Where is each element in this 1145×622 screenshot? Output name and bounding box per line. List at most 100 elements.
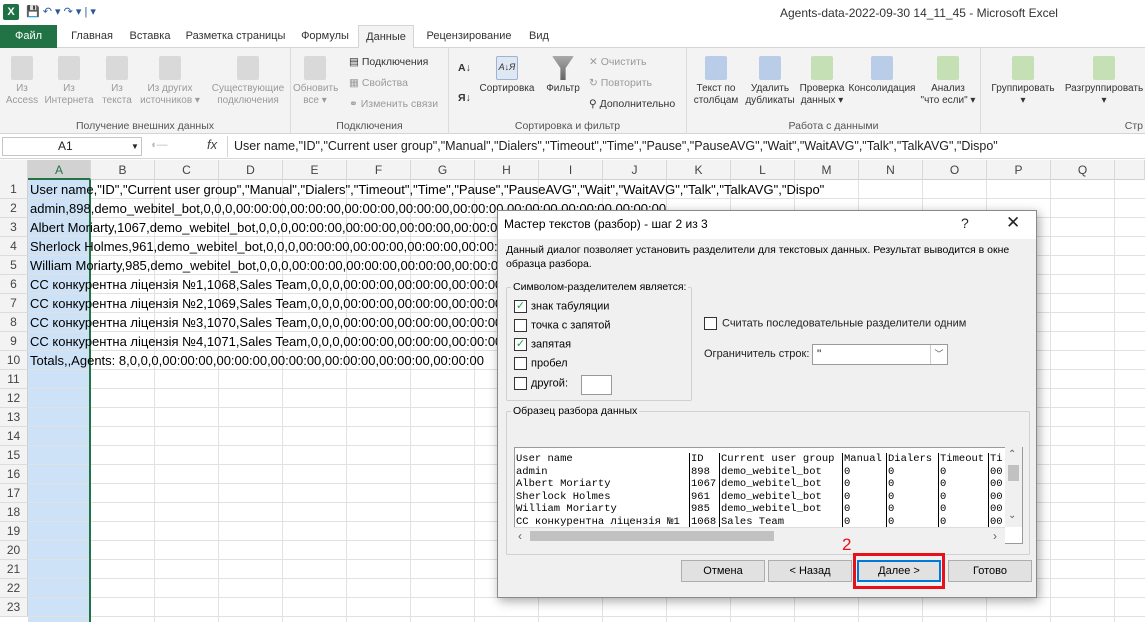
cell-a3[interactable]: Albert Moriarty,1067,demo_webitel_bot,0,… (30, 218, 559, 237)
cell-a9[interactable]: CC конкурентна ліцензія №4,1071,Sales Te… (30, 332, 502, 351)
clear-filter-button[interactable]: ✕ Очистить (589, 56, 646, 68)
scroll-thumb[interactable] (530, 531, 774, 541)
preview-horizontal-scrollbar[interactable]: ‹ › (514, 527, 1005, 544)
scroll-left-icon[interactable]: ‹ (518, 529, 522, 543)
column-header[interactable]: F (347, 160, 411, 180)
row-header[interactable]: 4 (0, 237, 28, 256)
sort-az-icon[interactable]: A↓ (458, 62, 471, 74)
row-header[interactable]: 17 (0, 484, 28, 503)
cell-a6[interactable]: CC конкурентна ліцензія №1,1068,Sales Te… (30, 275, 502, 294)
column-header[interactable]: B (91, 160, 155, 180)
cell-a5[interactable]: William Moriarty,985,demo_webitel_bot,0,… (30, 256, 560, 275)
cell-a10[interactable]: Totals,,Agents: 8,0,0,0,00:00:00,00:00:0… (30, 351, 484, 370)
existing-connections-button[interactable]: Существующие подключения (207, 56, 289, 107)
row-header[interactable]: 21 (0, 560, 28, 579)
preview-column[interactable]: Timeout 0 0 0 0 0 (939, 453, 989, 533)
cell-a1[interactable]: User name,"ID","Current user group","Man… (30, 180, 824, 199)
from-text-button[interactable]: Из текста (98, 56, 136, 107)
delimiter-comma-checkbox[interactable]: ✓ запятая (514, 338, 571, 354)
tab-formulas[interactable]: Формулы (296, 25, 354, 48)
row-header[interactable]: 7 (0, 294, 28, 313)
column-header[interactable] (1115, 160, 1145, 180)
sort-button[interactable]: А↓Я Сортировка (477, 56, 537, 95)
edit-links-button[interactable]: ⚭ Изменить связи (349, 98, 438, 110)
text-qualifier-select[interactable]: " ﹀ (812, 344, 948, 365)
close-icon[interactable]: ✕ (1006, 213, 1020, 233)
from-access-button[interactable]: Из Access (3, 56, 41, 107)
tab-home[interactable]: Главная (62, 25, 122, 48)
insert-function-icon[interactable]: fx (207, 137, 217, 152)
tab-file[interactable]: Файл (0, 25, 57, 48)
column-header[interactable]: P (987, 160, 1051, 180)
select-all-corner[interactable] (0, 160, 28, 180)
row-header[interactable]: 22 (0, 579, 28, 598)
column-header[interactable]: A (28, 160, 91, 180)
row-header[interactable]: 18 (0, 503, 28, 522)
group-button[interactable]: Группировать ▾ (985, 56, 1061, 107)
column-header[interactable]: K (667, 160, 731, 180)
column-header[interactable]: C (155, 160, 219, 180)
from-web-button[interactable]: Из Интернета (43, 56, 95, 107)
column-header[interactable]: J (603, 160, 667, 180)
properties-button[interactable]: ▦ Свойства (349, 77, 408, 89)
finish-button[interactable]: Готово (948, 560, 1032, 582)
from-other-sources-button[interactable]: Из других источников ▾ (137, 56, 203, 107)
remove-duplicates-button[interactable]: Удалить дубликаты (744, 56, 796, 107)
row-header[interactable]: 11 (0, 370, 28, 389)
preview-column[interactable]: Manual 0 0 0 0 0 (843, 453, 887, 533)
row-header[interactable]: 5 (0, 256, 28, 275)
row-header[interactable]: 10 (0, 351, 28, 370)
column-header[interactable]: E (283, 160, 347, 180)
delimiter-space-checkbox[interactable]: пробел (514, 357, 568, 373)
back-button[interactable]: < Назад (768, 560, 852, 582)
text-to-columns-button[interactable]: Текст по столбцам (690, 56, 742, 107)
tab-page-layout[interactable]: Разметка страницы (183, 25, 288, 48)
consolidate-button[interactable]: Консолидация (845, 56, 919, 95)
advanced-filter-button[interactable]: ⚲ Дополнительно (589, 98, 675, 110)
scroll-down-icon[interactable]: ⌄ (1008, 510, 1016, 521)
row-header[interactable]: 8 (0, 313, 28, 332)
preview-column[interactable]: Dialers 0 0 0 0 0 (887, 453, 939, 533)
row-header[interactable]: 6 (0, 275, 28, 294)
cell-a4[interactable]: Sherlock Holmes,961,demo_webitel_bot,0,0… (30, 237, 566, 256)
chevron-down-icon[interactable]: ﹀ (930, 345, 947, 364)
scroll-right-icon[interactable]: › (993, 529, 997, 543)
row-header[interactable]: 13 (0, 408, 28, 427)
consecutive-delimiters-checkbox[interactable]: Считать последовательные разделители одн… (704, 317, 966, 330)
data-validation-button[interactable]: Проверка данных ▾ (794, 56, 850, 107)
delimiter-other-checkbox[interactable]: другой: (514, 377, 568, 393)
tab-view[interactable]: Вид (524, 25, 554, 48)
row-header[interactable]: 9 (0, 332, 28, 351)
row-header[interactable]: 1 (0, 180, 28, 199)
preview-column[interactable]: ID 898 1067 961 985 1068 (690, 453, 720, 533)
row-header[interactable]: 14 (0, 427, 28, 446)
help-icon[interactable]: ? (961, 215, 969, 231)
delimiter-tab-checkbox[interactable]: ✓ знак табуляции (514, 300, 609, 316)
row-header[interactable]: 20 (0, 541, 28, 560)
name-box[interactable]: A1 ▼ (2, 137, 142, 156)
reapply-filter-button[interactable]: ↻ Повторить (589, 77, 652, 89)
column-header[interactable]: H (475, 160, 539, 180)
column-header[interactable]: I (539, 160, 603, 180)
preview-column[interactable]: User name admin Albert Moriarty Sherlock Ho… (515, 453, 690, 533)
column-header[interactable]: M (795, 160, 859, 180)
tab-data[interactable]: Данные (358, 25, 414, 49)
tab-insert[interactable]: Вставка (125, 25, 175, 48)
formula-input[interactable]: User name,"ID","Current user group","Man… (227, 136, 1145, 157)
delimiter-semicolon-checkbox[interactable]: точка с запятой (514, 319, 611, 335)
cell-a8[interactable]: CC конкурентна ліцензія №3,1070,Sales Te… (30, 313, 502, 332)
scroll-thumb[interactable] (1008, 465, 1019, 481)
row-header[interactable]: 23 (0, 598, 28, 617)
column-header[interactable]: D (219, 160, 283, 180)
filter-button[interactable]: Фильтр (543, 56, 583, 95)
cancel-button[interactable]: Отмена (681, 560, 765, 582)
column-header[interactable]: Q (1051, 160, 1115, 180)
column-header[interactable]: O (923, 160, 987, 180)
row-header[interactable]: 19 (0, 522, 28, 541)
what-if-analysis-button[interactable]: Анализ "что если" ▾ (917, 56, 979, 107)
refresh-all-button[interactable]: Обновить все ▾ (293, 56, 338, 107)
sort-za-icon[interactable]: Я↓ (458, 92, 471, 104)
column-header[interactable]: L (731, 160, 795, 180)
row-header[interactable]: 12 (0, 389, 28, 408)
name-box-dropdown-icon[interactable]: ▼ (131, 138, 139, 155)
